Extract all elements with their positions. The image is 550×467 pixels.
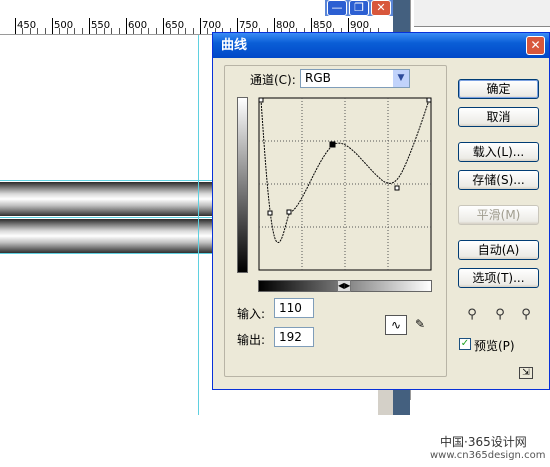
gradient-toggle-icon[interactable]: ◀▶	[337, 280, 351, 292]
pencil-tool-icon[interactable]: ✎	[409, 315, 431, 335]
guide-line	[0, 217, 215, 218]
curves-dialog: 曲线 ✕ 通道(C): RGB ▼ ◀▶ 输入: 110 输出: 192 ∿ ✎…	[212, 32, 550, 390]
metal-stripe-upper	[0, 182, 215, 216]
ok-button[interactable]: 确定	[458, 79, 539, 99]
restore-button[interactable]: ❐	[349, 0, 369, 16]
channel-value: RGB	[305, 71, 331, 85]
graph-frame	[258, 97, 432, 271]
output-label: 输出:	[237, 333, 266, 347]
dialog-title: 曲线	[221, 38, 248, 53]
dialog-close-button[interactable]: ✕	[526, 36, 545, 55]
minimize-button[interactable]: —	[327, 0, 347, 16]
ruler-label: 900	[350, 20, 370, 31]
ruler-label: 650	[165, 20, 185, 31]
guide-line	[0, 180, 215, 181]
curve-point[interactable]	[286, 209, 292, 215]
watermark-title: 中国·365设计网	[440, 435, 527, 449]
channel-select[interactable]: RGB ▼	[300, 69, 410, 88]
ruler-label: 600	[128, 20, 148, 31]
ruler-tick	[200, 18, 201, 34]
load-button[interactable]: 载入(L)...	[458, 142, 539, 162]
ruler-label: 450	[17, 20, 37, 31]
curve-point-selected[interactable]	[329, 141, 336, 148]
channel-label: 通道(C):	[250, 73, 296, 87]
smooth-button[interactable]: 平滑(M)	[458, 205, 539, 225]
ruler-minor-tick	[44, 28, 46, 34]
ruler-minor-tick	[185, 28, 187, 34]
watermark-url: www.cn365design.com	[430, 450, 546, 461]
close-button[interactable]: ✕	[371, 0, 391, 16]
ruler-label: 750	[239, 20, 259, 31]
expand-icon[interactable]: ⇲	[519, 367, 533, 379]
ruler-tick	[15, 18, 16, 34]
ruler-label: 700	[202, 20, 222, 31]
ruler-minor-tick	[111, 28, 113, 34]
auto-button[interactable]: 自动(A)	[458, 240, 539, 260]
ruler-minor-tick	[192, 28, 194, 34]
ruler-tick	[126, 18, 127, 34]
preview-label[interactable]: 预览(P)	[474, 337, 515, 354]
ruler-label: 500	[54, 20, 74, 31]
curve-point[interactable]	[267, 210, 273, 216]
input-label: 输入:	[237, 307, 266, 321]
dialog-titlebar[interactable]: 曲线	[213, 33, 549, 58]
ruler-label: 550	[91, 20, 111, 31]
guide-line	[0, 253, 215, 254]
guide-line	[198, 35, 199, 415]
options-button[interactable]: 选项(T)...	[458, 268, 539, 288]
doc-window-titlebar: — ❐ ✕	[325, 0, 393, 16]
ruler-tick	[89, 18, 90, 34]
ruler-minor-tick	[37, 28, 39, 34]
output-field[interactable]: 192	[274, 327, 314, 347]
ruler-tick	[163, 18, 164, 34]
ruler-minor-tick	[118, 28, 120, 34]
curve-point[interactable]	[394, 185, 400, 191]
save-button[interactable]: 存储(S)...	[458, 170, 539, 190]
chevron-down-icon: ▼	[393, 70, 409, 87]
curve-point[interactable]	[426, 97, 432, 103]
cancel-button[interactable]: 取消	[458, 107, 539, 127]
ruler-minor-tick	[155, 28, 157, 34]
ruler-label: 800	[276, 20, 296, 31]
gray-eyedropper-icon[interactable]: ⚲	[491, 306, 509, 324]
white-eyedropper-icon[interactable]: ⚲	[517, 306, 535, 324]
watermark: 中国·365设计网 www.cn365design.com	[430, 430, 550, 467]
metal-stripe-lower	[0, 219, 215, 253]
black-eyedropper-icon[interactable]: ⚲	[463, 306, 481, 324]
ruler-label: 850	[313, 20, 333, 31]
preview-checkbox[interactable]: ✓	[459, 338, 471, 350]
input-field[interactable]: 110	[274, 298, 314, 318]
ruler-tick	[52, 18, 53, 34]
ruler-minor-tick	[74, 28, 76, 34]
curve-graph[interactable]	[235, 97, 435, 277]
ruler-minor-tick	[81, 28, 83, 34]
curve-point[interactable]	[258, 97, 264, 103]
ruler-minor-tick	[148, 28, 150, 34]
side-panel-ruler	[414, 0, 550, 27]
curve-tool-icon[interactable]: ∿	[385, 315, 407, 335]
